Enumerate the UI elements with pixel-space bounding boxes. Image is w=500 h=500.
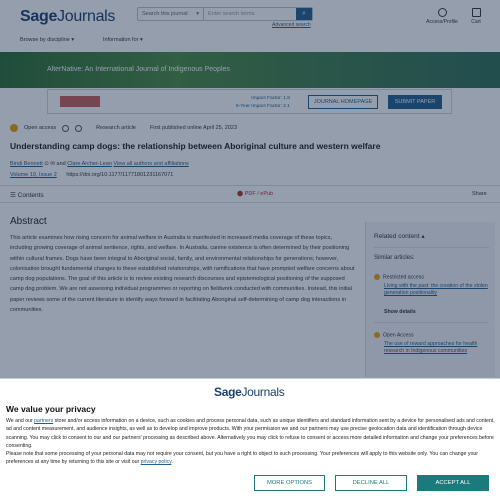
cookie-consent-dialog: SageJournals We value your privacy We an…: [0, 378, 500, 500]
privacy-policy-link[interactable]: privacy policy: [141, 459, 172, 465]
consent-heading: We value your privacy: [6, 404, 96, 414]
partners-link[interactable]: partners: [34, 418, 53, 424]
more-options-button[interactable]: MORE OPTIONS: [254, 475, 325, 491]
sage-journals-logo: SageJournals: [214, 385, 285, 399]
accept-all-button[interactable]: ACCEPT ALL: [417, 475, 489, 491]
decline-all-button[interactable]: DECLINE ALL: [335, 475, 407, 491]
modal-backdrop: [0, 0, 500, 380]
consent-text: We and our partners store and/or access …: [6, 418, 495, 466]
